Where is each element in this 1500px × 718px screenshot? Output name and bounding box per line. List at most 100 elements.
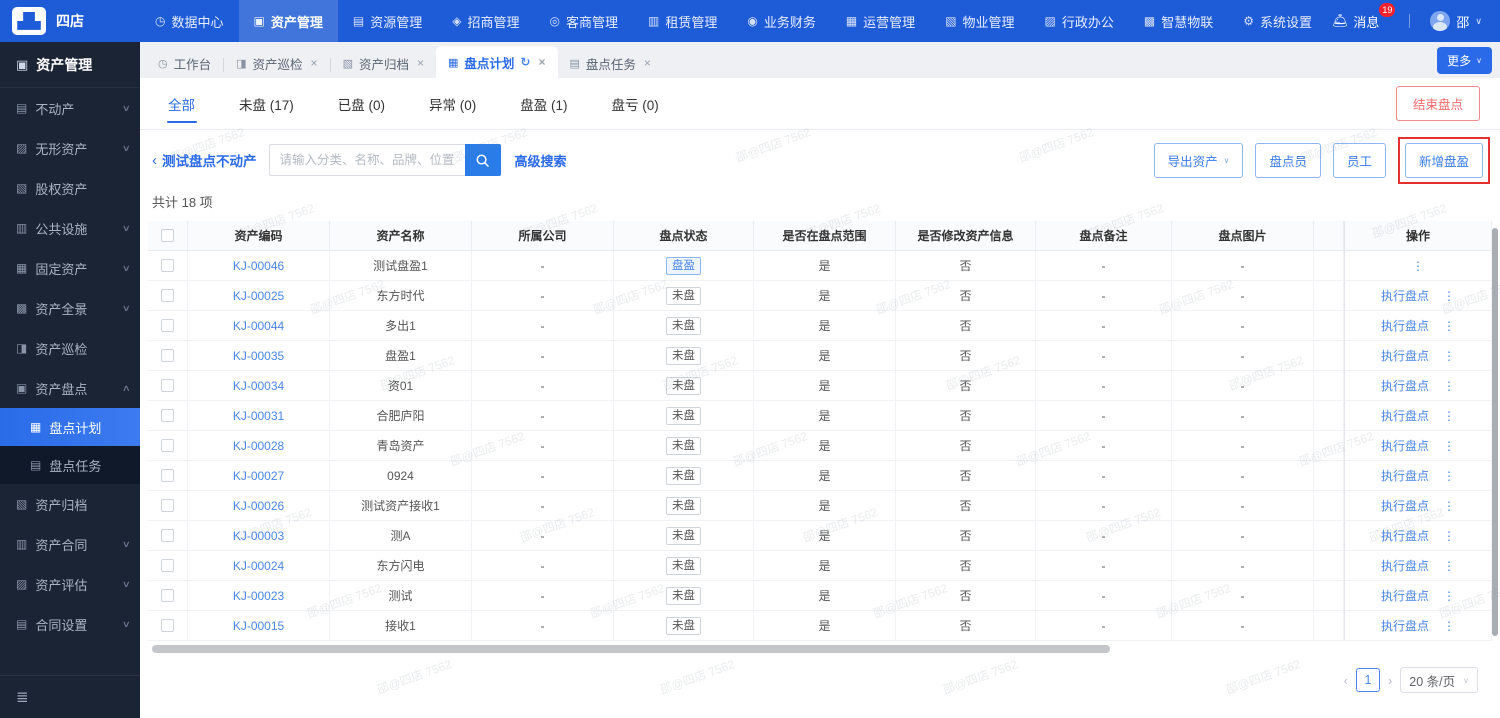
row-checkbox[interactable] bbox=[161, 469, 174, 482]
refresh-icon[interactable]: ↻ bbox=[520, 55, 530, 69]
more-actions-icon[interactable]: ⋮ bbox=[1443, 619, 1455, 633]
row-checkbox[interactable] bbox=[161, 619, 174, 632]
execute-inventory-link[interactable]: 执行盘点 bbox=[1381, 317, 1429, 334]
more-actions-icon[interactable]: ⋮ bbox=[1443, 319, 1455, 333]
filter-tab-盘亏 (0)[interactable]: 盘亏 (0) bbox=[612, 78, 659, 129]
filter-tab-已盘 (0)[interactable]: 已盘 (0) bbox=[338, 78, 385, 129]
close-tab-icon[interactable]: × bbox=[538, 55, 545, 69]
row-checkbox[interactable] bbox=[161, 349, 174, 362]
topnav-item-系统设置[interactable]: ⚙ 系统设置 bbox=[1228, 0, 1327, 42]
row-checkbox[interactable] bbox=[161, 439, 174, 452]
asset-code-cell-value[interactable]: KJ-00027 bbox=[233, 469, 284, 483]
topnav-item-资产管理[interactable]: ▣ 资产管理 bbox=[238, 0, 338, 42]
execute-inventory-link[interactable]: 执行盘点 bbox=[1381, 287, 1429, 304]
row-checkbox[interactable] bbox=[161, 589, 174, 602]
tab-盘点任务[interactable]: ▤ 盘点任务 × bbox=[558, 48, 663, 78]
close-tab-icon[interactable]: × bbox=[311, 56, 318, 70]
vertical-scrollbar[interactable] bbox=[1492, 228, 1498, 636]
select-all-checkbox[interactable] bbox=[161, 229, 174, 242]
tab-资产巡检[interactable]: ◨ 资产巡检 × bbox=[224, 48, 329, 78]
asset-code-cell-value[interactable]: KJ-00015 bbox=[233, 619, 284, 633]
row-checkbox[interactable] bbox=[161, 529, 174, 542]
tab-资产归档[interactable]: ▧ 资产归档 × bbox=[331, 48, 436, 78]
more-actions-icon[interactable]: ⋮ bbox=[1443, 409, 1455, 423]
topnav-item-客商管理[interactable]: ◎ 客商管理 bbox=[534, 0, 633, 42]
sidebar-item-资产巡检[interactable]: ◨ 资产巡检 bbox=[0, 328, 140, 368]
more-actions-icon[interactable]: ⋮ bbox=[1443, 589, 1455, 603]
filter-tab-全部[interactable]: 全部 bbox=[168, 78, 195, 129]
topnav-item-数据中心[interactable]: ◷ 数据中心 bbox=[140, 0, 239, 42]
asset-code-cell-value[interactable]: KJ-00044 bbox=[233, 319, 284, 333]
more-actions-icon[interactable]: ⋮ bbox=[1443, 379, 1455, 393]
asset-code-cell-value[interactable]: KJ-00025 bbox=[233, 289, 284, 303]
export-assets-button[interactable]: 导出资产 ∨ bbox=[1153, 142, 1244, 178]
sidebar-item-资产盘点[interactable]: ▣ 资产盘点 ∧ bbox=[0, 368, 140, 408]
asset-code-cell-value[interactable]: KJ-00023 bbox=[233, 589, 284, 603]
tab-盘点计划[interactable]: ▦ 盘点计划 ↻ × bbox=[436, 46, 558, 78]
execute-inventory-link[interactable]: 执行盘点 bbox=[1381, 617, 1429, 634]
add-surplus-button[interactable]: 新增盘盈 bbox=[1404, 142, 1483, 178]
topnav-item-物业管理[interactable]: ▧ 物业管理 bbox=[930, 0, 1029, 42]
more-actions-icon[interactable]: ⋮ bbox=[1443, 439, 1455, 453]
close-tab-icon[interactable]: × bbox=[644, 56, 651, 70]
execute-inventory-link[interactable]: 执行盘点 bbox=[1381, 587, 1429, 604]
filter-tab-未盘 (17)[interactable]: 未盘 (17) bbox=[239, 78, 294, 129]
page-size-select[interactable]: 20 条/页 ∨ bbox=[1400, 667, 1478, 693]
sidebar-item-资产归档[interactable]: ▧ 资产归档 bbox=[0, 484, 140, 524]
asset-code-cell-value[interactable]: KJ-00028 bbox=[233, 439, 284, 453]
asset-code-cell-value[interactable]: KJ-00003 bbox=[233, 529, 284, 543]
more-tabs-button[interactable]: 更多 ∨ bbox=[1437, 47, 1492, 74]
sidebar-item-无形资产[interactable]: ▨ 无形资产 ∨ bbox=[0, 128, 140, 168]
execute-inventory-link[interactable]: 执行盘点 bbox=[1381, 497, 1429, 514]
inventory-counter-button[interactable]: 盘点员 bbox=[1255, 142, 1321, 178]
user-menu[interactable]: 邵 ∨ bbox=[1430, 11, 1482, 31]
more-actions-icon[interactable]: ⋮ bbox=[1443, 559, 1455, 573]
topnav-item-租赁管理[interactable]: ▥ 租赁管理 bbox=[633, 0, 732, 42]
asset-code-cell-value[interactable]: KJ-00035 bbox=[233, 349, 284, 363]
staff-button[interactable]: 员工 bbox=[1332, 142, 1386, 178]
row-checkbox[interactable] bbox=[161, 319, 174, 332]
sidebar-item-盘点任务[interactable]: ▤ 盘点任务 bbox=[0, 446, 140, 484]
execute-inventory-link[interactable]: 执行盘点 bbox=[1381, 407, 1429, 424]
more-actions-icon[interactable]: ⋮ bbox=[1412, 259, 1424, 273]
sidebar-item-资产合同[interactable]: ▥ 资产合同 ∨ bbox=[0, 524, 140, 564]
search-button[interactable] bbox=[464, 144, 501, 176]
topnav-item-招商管理[interactable]: ◈ 招商管理 bbox=[437, 0, 534, 42]
asset-code-cell-value[interactable]: KJ-00024 bbox=[233, 559, 284, 573]
asset-code-cell-value[interactable]: KJ-00034 bbox=[233, 379, 284, 393]
execute-inventory-link[interactable]: 执行盘点 bbox=[1381, 557, 1429, 574]
filter-tab-盘盈 (1)[interactable]: 盘盈 (1) bbox=[520, 78, 567, 129]
sidebar-item-资产全景[interactable]: ▩ 资产全景 ∨ bbox=[0, 288, 140, 328]
collapse-sidebar-icon[interactable]: ≣ bbox=[0, 675, 140, 710]
row-checkbox[interactable] bbox=[161, 499, 174, 512]
filter-tab-异常 (0)[interactable]: 异常 (0) bbox=[429, 78, 476, 129]
messages-button[interactable]: 🛎 消息 19 bbox=[1332, 2, 1396, 31]
more-actions-icon[interactable]: ⋮ bbox=[1443, 469, 1455, 483]
topnav-item-运营管理[interactable]: ▦ 运营管理 bbox=[831, 0, 930, 42]
asset-code-cell-value[interactable]: KJ-00031 bbox=[233, 409, 284, 423]
execute-inventory-link[interactable]: 执行盘点 bbox=[1381, 347, 1429, 364]
sidebar-item-股权资产[interactable]: ▧ 股权资产 bbox=[0, 168, 140, 208]
execute-inventory-link[interactable]: 执行盘点 bbox=[1381, 437, 1429, 454]
sidebar-item-公共设施[interactable]: ▥ 公共设施 ∨ bbox=[0, 208, 140, 248]
tab-工作台[interactable]: ◷ 工作台 bbox=[146, 48, 223, 78]
horizontal-scrollbar[interactable] bbox=[152, 645, 1110, 653]
end-inventory-button[interactable]: 结束盘点 bbox=[1395, 86, 1480, 121]
topnav-item-资源管理[interactable]: ▤ 资源管理 bbox=[338, 0, 437, 42]
asset-code-cell-value[interactable]: KJ-00026 bbox=[233, 499, 284, 513]
row-checkbox[interactable] bbox=[161, 289, 174, 302]
search-input[interactable] bbox=[268, 144, 465, 176]
topnav-item-行政办公[interactable]: ▨ 行政办公 bbox=[1030, 0, 1129, 42]
execute-inventory-link[interactable]: 执行盘点 bbox=[1381, 527, 1429, 544]
sidebar-item-不动产[interactable]: ▤ 不动产 ∨ bbox=[0, 88, 140, 128]
prev-page-icon[interactable]: ‹ bbox=[1344, 673, 1348, 688]
sidebar-item-合同设置[interactable]: ▤ 合同设置 ∨ bbox=[0, 604, 140, 644]
row-checkbox[interactable] bbox=[161, 409, 174, 422]
execute-inventory-link[interactable]: 执行盘点 bbox=[1381, 377, 1429, 394]
logo[interactable]: ▟▙ 四店 bbox=[0, 7, 140, 35]
execute-inventory-link[interactable]: 执行盘点 bbox=[1381, 467, 1429, 484]
sidebar-item-固定资产[interactable]: ▦ 固定资产 ∨ bbox=[0, 248, 140, 288]
asset-code-cell-value[interactable]: KJ-00046 bbox=[233, 259, 284, 273]
sidebar-item-盘点计划[interactable]: ▦ 盘点计划 bbox=[0, 408, 140, 446]
row-checkbox[interactable] bbox=[161, 379, 174, 392]
